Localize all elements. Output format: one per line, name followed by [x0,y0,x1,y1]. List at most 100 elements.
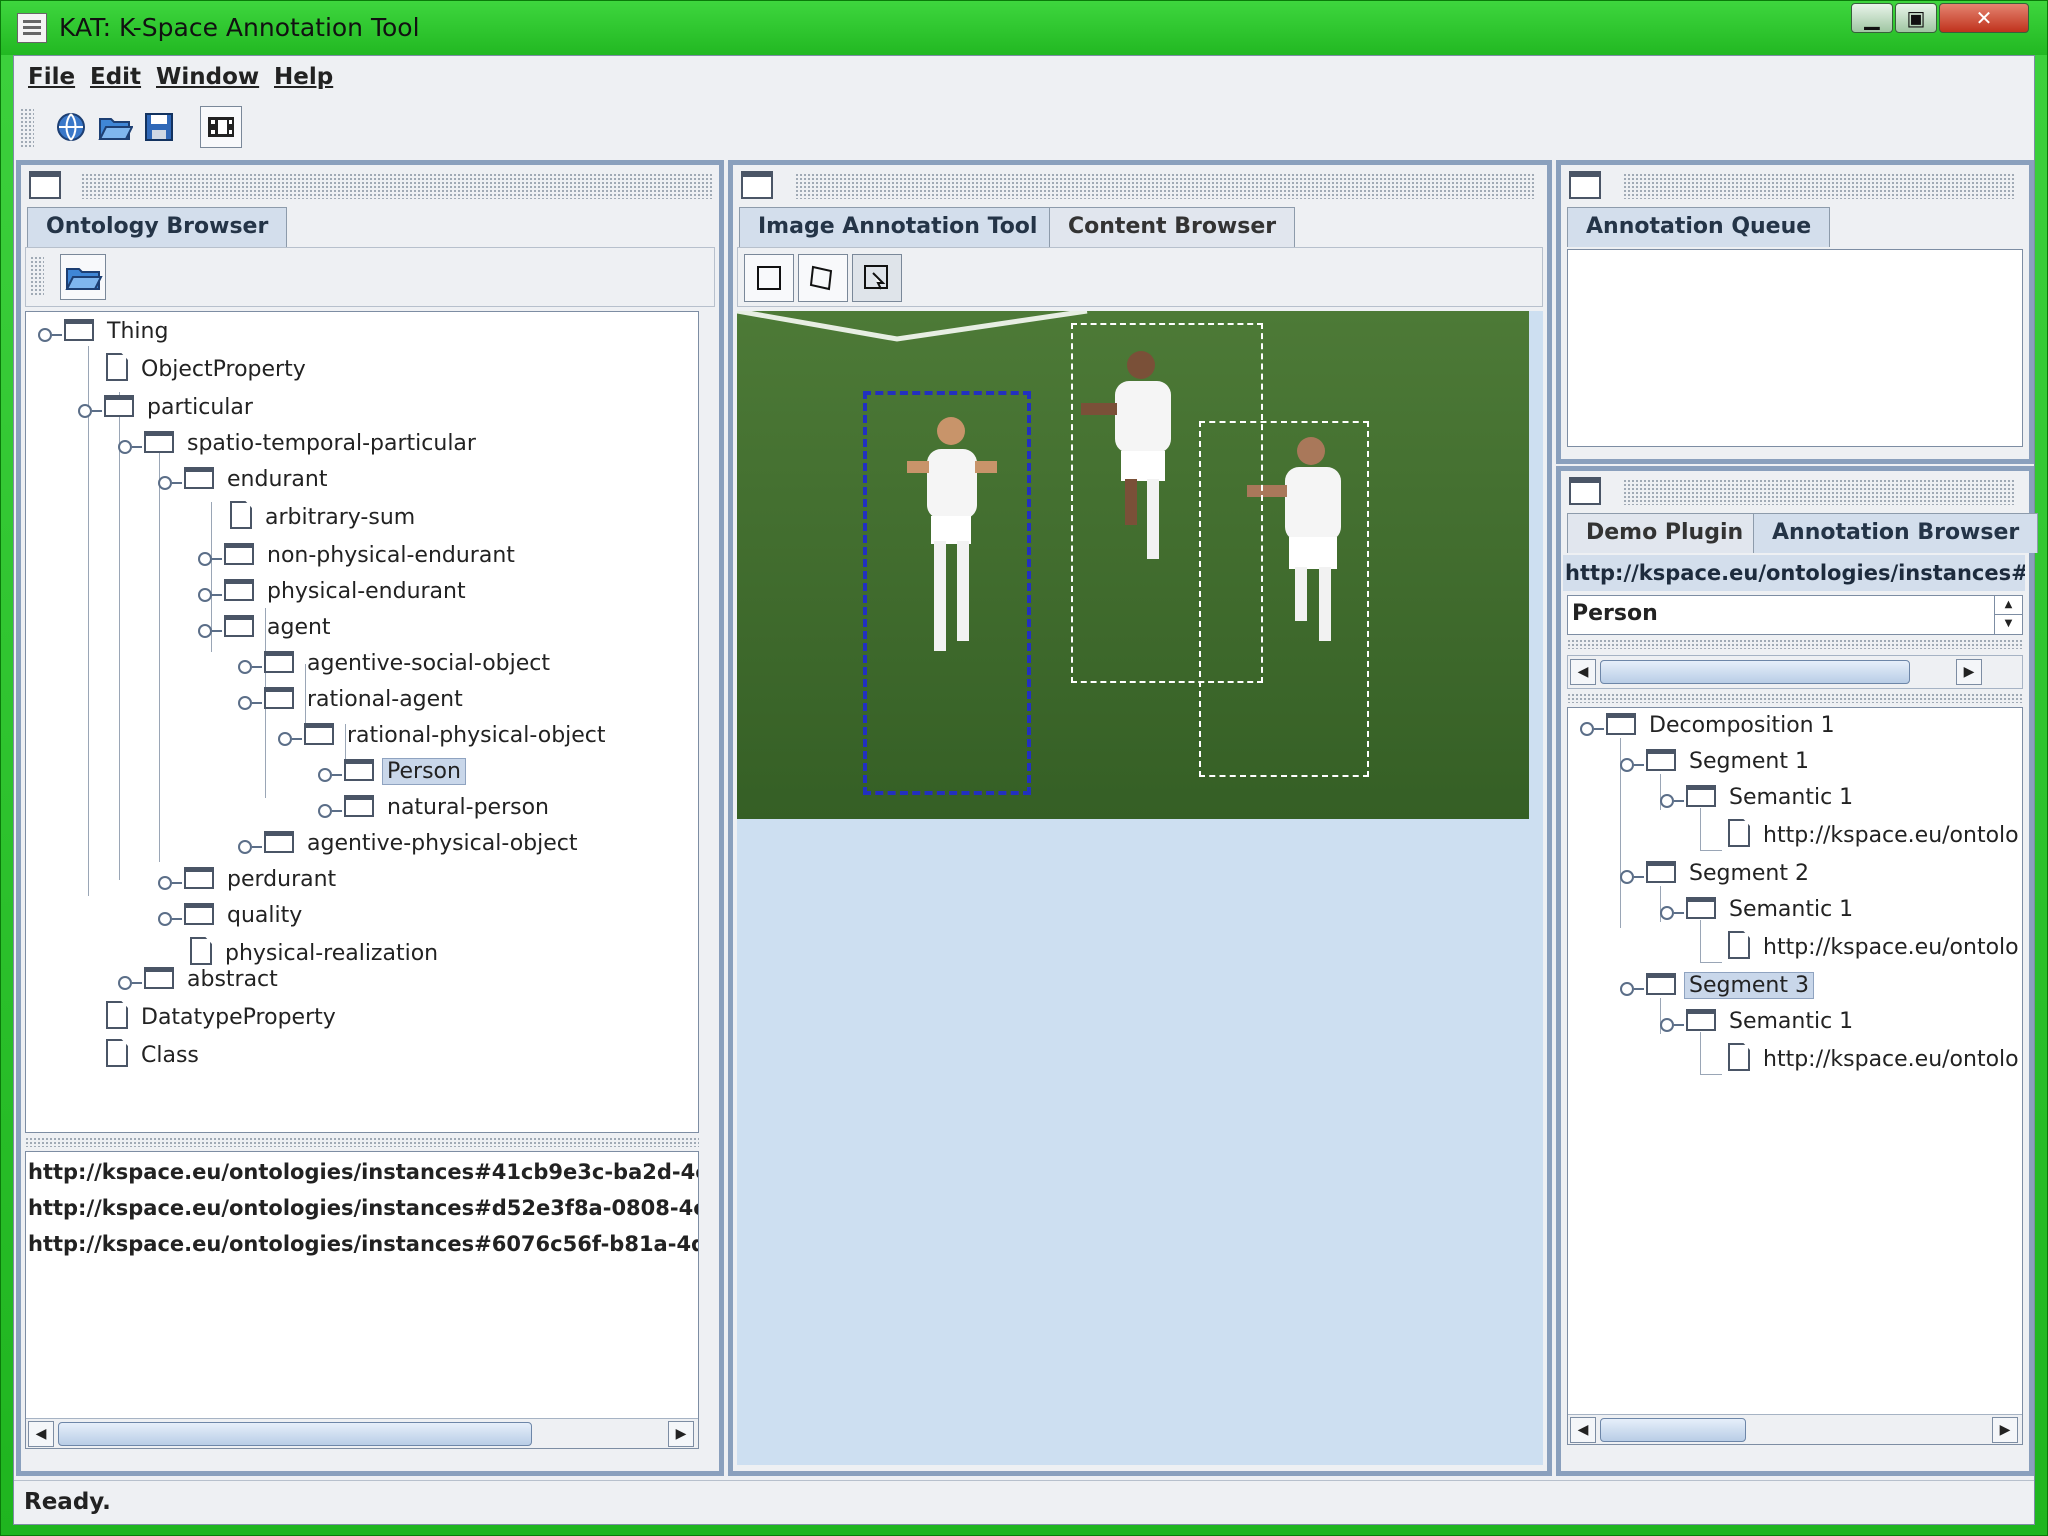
scroll-left-icon[interactable]: ◀ [28,1421,54,1447]
expander-icon[interactable] [198,624,222,638]
panel-grip[interactable] [81,173,713,199]
scroll-left-icon[interactable]: ◀ [1570,659,1596,685]
tree-node-segment[interactable]: Segment 2 [1646,858,1814,892]
rectangle-tool-icon[interactable] [744,254,794,302]
tab-annotation-queue[interactable]: Annotation Queue [1567,207,1831,247]
expander-icon[interactable] [1660,794,1684,808]
tree-node-arbitrary-sum[interactable]: arbitrary-sum [230,501,420,536]
expander-icon[interactable] [318,804,342,818]
tree-node-physical-endurant[interactable]: physical-endurant [224,576,471,610]
open-folder-icon[interactable] [96,108,134,146]
maximize-button[interactable]: ▣ [1895,3,1937,33]
expander-icon[interactable] [1620,870,1644,884]
tab-image-annotation-tool[interactable]: Image Annotation Tool [739,207,1057,247]
tree-node-agentive-social-object[interactable]: agentive-social-object [264,648,555,682]
tree-node-rational-agent[interactable]: rational-agent [264,684,468,718]
split-divider[interactable] [25,1137,699,1147]
instance-item[interactable]: http://kspace.eu/ontologies/instances#41… [28,1160,698,1184]
expander-icon[interactable] [78,404,102,418]
scroll-right-icon[interactable]: ▶ [1956,659,1982,685]
tree-node-spatio-temporal-particular[interactable]: spatio-temporal-particular [144,428,481,462]
expander-icon[interactable] [1620,982,1644,996]
tree-node-uri[interactable]: http://kspace.eu/ontolo [1728,931,2022,966]
tab-ontology-browser[interactable]: Ontology Browser [27,207,288,247]
expander-icon[interactable] [158,876,182,890]
menu-edit[interactable]: Edit [90,64,141,90]
tree-node-thing[interactable]: Thing [64,316,173,350]
scroll-right-icon[interactable]: ▶ [668,1421,694,1447]
panel-grip[interactable] [795,173,1535,199]
polygon-tool-icon[interactable] [798,254,848,302]
expander-icon[interactable] [1660,1018,1684,1032]
tree-node-abstract[interactable]: abstract [144,964,283,998]
select-tool-icon[interactable] [852,254,902,302]
split-divider[interactable] [1567,639,2023,649]
expander-icon[interactable] [198,552,222,566]
film-icon[interactable] [200,106,242,148]
panel-window-icon[interactable] [1569,477,1601,505]
app-icon[interactable] [17,13,47,43]
tree-node-class[interactable]: Class [106,1039,204,1074]
horizontal-scrollbar[interactable]: ◀ ▶ [1567,655,2023,689]
expander-icon[interactable] [198,588,222,602]
panel-grip[interactable] [1623,173,2015,199]
instance-item[interactable]: http://kspace.eu/ontologies/instances#d5… [28,1196,698,1220]
toolbar-grip[interactable] [20,108,34,148]
minimize-button[interactable]: ▁ [1851,3,1893,33]
title-bar[interactable]: KAT: K-Space Annotation Tool ▁ ▣ ✕ [1,1,2047,55]
expander-icon[interactable] [158,912,182,926]
tree-node-objectproperty[interactable]: ObjectProperty [106,353,311,388]
split-divider[interactable] [1567,693,2023,703]
tree-node-decomposition[interactable]: Decomposition 1 [1606,710,1840,744]
annotation-region[interactable] [1199,421,1369,777]
expander-icon[interactable] [38,328,62,342]
tree-node-person[interactable]: Person [344,756,466,790]
tree-node-particular[interactable]: particular [104,392,258,426]
tree-node-uri[interactable]: http://kspace.eu/ontolo [1728,819,2022,854]
expander-icon[interactable] [318,768,342,782]
queue-list[interactable] [1567,249,2023,447]
panel-grip[interactable] [1623,479,2015,505]
expander-icon[interactable] [238,696,262,710]
expander-icon[interactable] [1620,758,1644,772]
scroll-left-icon[interactable]: ◀ [1570,1417,1596,1443]
tab-content-browser[interactable]: Content Browser [1049,207,1296,247]
scroll-thumb[interactable] [58,1422,532,1446]
expander-icon[interactable] [1660,906,1684,920]
menu-window[interactable]: Window [156,64,259,90]
open-folder-icon[interactable] [60,254,106,300]
tree-node-semantic[interactable]: Semantic 1 [1686,894,1858,928]
tree-node-perdurant[interactable]: perdurant [184,864,341,898]
scroll-right-icon[interactable]: ▶ [1992,1417,2018,1443]
tree-node-quality[interactable]: quality [184,900,307,934]
expander-icon[interactable] [1580,722,1604,736]
expander-icon[interactable] [238,840,262,854]
scroll-thumb[interactable] [1600,660,1910,684]
globe-icon[interactable] [52,108,90,146]
menu-help[interactable]: Help [274,64,333,90]
instance-item[interactable]: http://kspace.eu/ontologies/instances#60… [28,1232,698,1256]
class-spinner[interactable]: Person ▲ ▼ [1567,595,2023,635]
horizontal-scrollbar[interactable]: ◀ ▶ [26,1418,698,1448]
tab-annotation-browser[interactable]: Annotation Browser [1753,513,2039,553]
expander-icon[interactable] [278,732,302,746]
tree-node-datatypeproperty[interactable]: DatatypeProperty [106,1001,341,1036]
scroll-thumb[interactable] [1600,1418,1746,1442]
expander-icon[interactable] [118,440,142,454]
panel-window-icon[interactable] [741,171,773,199]
tree-node-uri[interactable]: http://kspace.eu/ontolo [1728,1043,2022,1078]
save-icon[interactable] [140,108,178,146]
menu-file[interactable]: File [28,64,75,90]
expander-icon[interactable] [238,660,262,674]
tree-node-agentive-physical-object[interactable]: agentive-physical-object [264,828,583,862]
tree-node-natural-person[interactable]: natural-person [344,792,554,826]
spinner-up-icon[interactable]: ▲ [1994,596,2022,615]
tab-demo-plugin[interactable]: Demo Plugin [1567,513,1763,553]
tree-node-semantic[interactable]: Semantic 1 [1686,1006,1858,1040]
tree-node-rational-physical-object[interactable]: rational-physical-object [304,720,611,754]
panel-window-icon[interactable] [29,171,61,199]
panel-window-icon[interactable] [1569,171,1601,199]
image-canvas[interactable] [737,311,1543,1465]
horizontal-scrollbar[interactable]: ◀ ▶ [1568,1414,2022,1444]
tree-node-non-physical-endurant[interactable]: non-physical-endurant [224,540,520,574]
